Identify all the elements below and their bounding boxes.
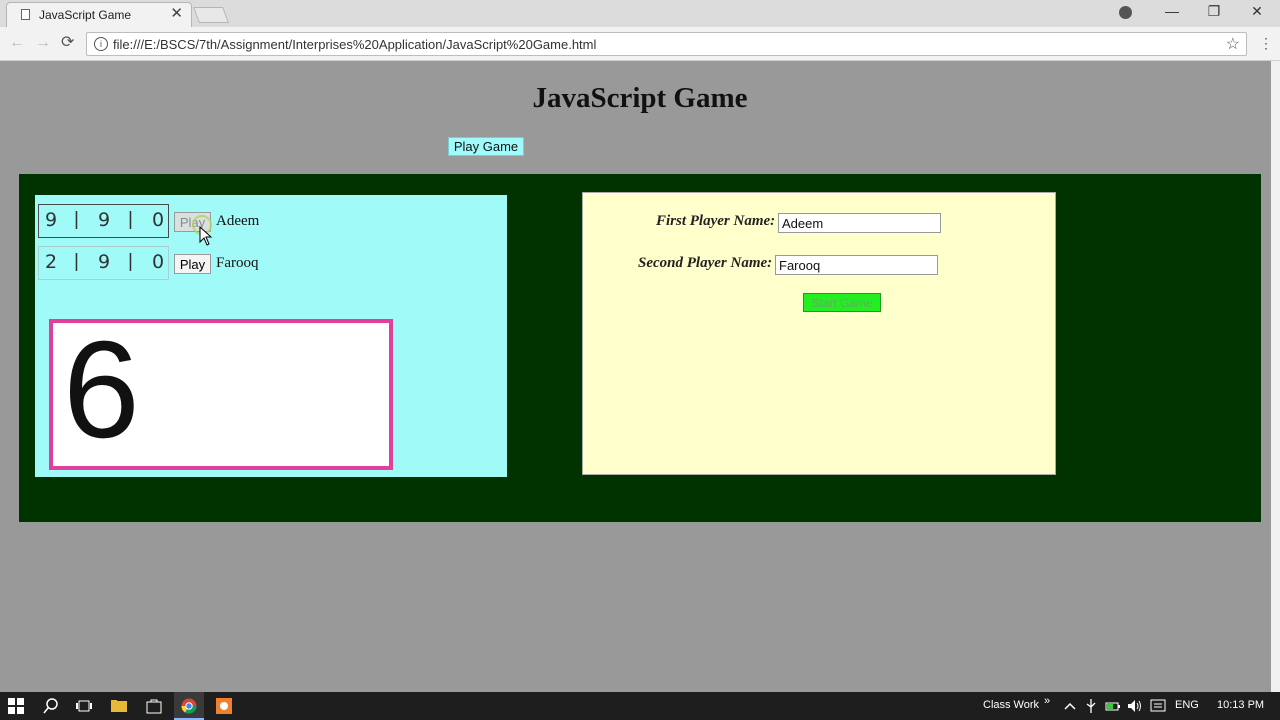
- second-player-input[interactable]: [775, 255, 938, 275]
- player1-separator-2: |: [128, 209, 133, 230]
- player1-name: Adeem: [216, 213, 260, 229]
- usb-icon[interactable]: [1083, 698, 1099, 714]
- player1-digit-2: 9: [98, 209, 111, 231]
- recorder-app-icon[interactable]: [216, 698, 232, 714]
- back-icon[interactable]: ←: [9, 35, 25, 51]
- forward-icon[interactable]: →: [35, 35, 51, 51]
- play-game-button[interactable]: Play Game: [448, 137, 524, 156]
- restore-icon[interactable]: ❐: [1203, 3, 1225, 20]
- first-player-input[interactable]: [778, 213, 941, 233]
- taskbar: Class Work » ENG 10:13 PM: [0, 692, 1280, 720]
- clock-time[interactable]: 10:13 PM: [1217, 699, 1264, 711]
- url-text[interactable]: file:///E:/BSCS/7th/Assignment/Interpris…: [113, 37, 596, 52]
- toolbar-chevron-icon[interactable]: »: [1044, 695, 1050, 707]
- chrome-icon: [181, 698, 197, 714]
- profile-icon[interactable]: [1119, 6, 1132, 19]
- player1-score-box: 9 | 9 | 0: [38, 204, 169, 238]
- windows-start-icon[interactable]: [8, 698, 24, 714]
- player2-separator-1: |: [74, 251, 79, 272]
- show-hidden-icons-icon[interactable]: [1062, 698, 1078, 714]
- minimize-icon[interactable]: —: [1161, 3, 1183, 19]
- language-indicator[interactable]: ENG: [1175, 699, 1199, 711]
- player2-score-box: 2 | 9 | 0: [38, 246, 169, 280]
- bookmark-star-icon[interactable]: ☆: [1226, 34, 1240, 54]
- player2-digit-2: 9: [98, 251, 111, 273]
- chrome-taskbar-button[interactable]: [174, 692, 204, 720]
- store-icon[interactable]: [146, 698, 162, 714]
- task-view-icon[interactable]: [76, 698, 92, 714]
- menu-icon[interactable]: ⋮: [1259, 35, 1273, 52]
- search-icon[interactable]: [43, 698, 59, 714]
- battery-icon[interactable]: [1105, 698, 1121, 714]
- player2-digit-1: 2: [45, 251, 58, 273]
- tab-close-icon[interactable]: ✕: [170, 6, 183, 22]
- new-tab-button[interactable]: [193, 7, 229, 23]
- scrollbar[interactable]: [1271, 61, 1280, 692]
- player2-name: Farooq: [216, 255, 259, 271]
- info-icon[interactable]: i: [94, 37, 108, 51]
- dice-value: 6: [63, 313, 140, 467]
- player1-digit-3: 0: [152, 209, 165, 231]
- action-center-icon[interactable]: [1150, 698, 1166, 714]
- browser-tab[interactable]: JavaScript Game ✕: [6, 2, 192, 27]
- start-game-button[interactable]: Start Game: [803, 293, 881, 312]
- dice-display: 6: [49, 315, 393, 470]
- player-setup-panel: [582, 192, 1056, 475]
- browser-toolbar: ← → ⟳ i file:///E:/BSCS/7th/Assignment/I…: [0, 27, 1280, 61]
- close-window-icon[interactable]: ✕: [1246, 3, 1268, 20]
- class-work-label[interactable]: Class Work: [983, 699, 1039, 711]
- second-player-label: Second Player Name:: [638, 255, 773, 271]
- player2-separator-2: |: [128, 251, 133, 272]
- player1-digit-1: 9: [45, 209, 58, 231]
- volume-icon[interactable]: [1127, 698, 1143, 714]
- page-icon: [21, 9, 30, 20]
- player2-play-button[interactable]: Play: [174, 254, 211, 274]
- reload-icon[interactable]: ⟳: [61, 35, 74, 51]
- tab-title: JavaScript Game: [39, 8, 132, 22]
- player1-separator-1: |: [74, 209, 79, 230]
- tab-bar: JavaScript Game ✕ — ❐ ✕: [0, 0, 1280, 27]
- page-title: JavaScript Game: [532, 82, 748, 114]
- first-player-label: First Player Name:: [656, 213, 776, 229]
- file-explorer-icon[interactable]: [111, 698, 127, 714]
- address-bar[interactable]: i file:///E:/BSCS/7th/Assignment/Interpr…: [86, 32, 1247, 56]
- mouse-cursor-icon: [199, 226, 213, 246]
- player2-digit-3: 0: [152, 251, 165, 273]
